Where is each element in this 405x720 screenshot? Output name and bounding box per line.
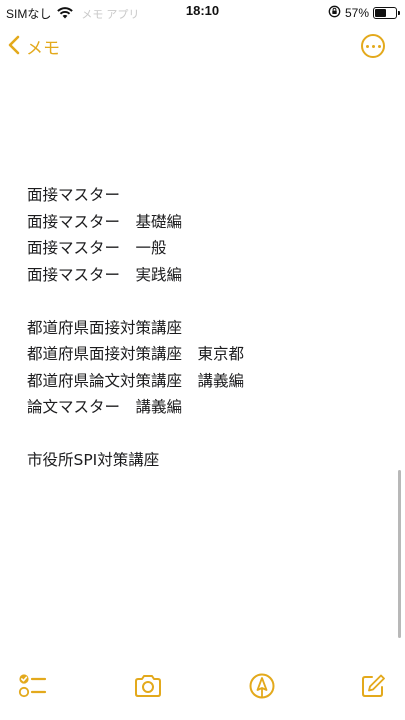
compose-button[interactable] xyxy=(357,672,389,704)
markup-button[interactable] xyxy=(246,672,278,704)
orientation-lock-icon xyxy=(328,3,341,22)
checklist-button[interactable] xyxy=(17,672,49,704)
markup-pen-icon xyxy=(248,672,276,704)
battery-icon xyxy=(373,6,400,19)
scroll-indicator[interactable] xyxy=(398,470,401,638)
battery-level-fill xyxy=(375,8,387,17)
note-line: 面接マスター 一般 xyxy=(27,239,167,257)
back-label: メモ xyxy=(26,39,60,59)
battery-percent: 57% xyxy=(344,5,369,20)
ellipsis-dot xyxy=(377,44,381,48)
status-right: 57% xyxy=(328,3,400,22)
camera-button[interactable] xyxy=(132,672,164,704)
note-line: 都道府県論文対策講座 講義編 xyxy=(27,371,245,390)
note-line: 面接マスター xyxy=(27,186,121,204)
note-line: 都道府県面接対策講座 東京都 xyxy=(27,345,245,363)
note-line: 都道府県面接対策講座 xyxy=(27,318,183,337)
nav-bar: メモ xyxy=(0,30,405,64)
ellipsis-dot xyxy=(371,44,375,48)
compose-icon xyxy=(359,672,387,704)
chevron-left-icon xyxy=(8,35,20,59)
note-line-blank xyxy=(27,421,387,448)
note-line: 面接マスター 基礎編 xyxy=(27,212,183,231)
note-line-blank xyxy=(27,288,387,315)
more-options-button[interactable] xyxy=(361,34,385,58)
back-button[interactable]: メモ xyxy=(8,34,60,59)
checklist-icon xyxy=(18,672,48,704)
bottom-toolbar xyxy=(0,660,405,720)
note-line: 論文マスター 講義編 xyxy=(27,398,183,416)
note-line: 面接マスター 実践編 xyxy=(27,265,183,284)
note-body[interactable]: 面接マスター 面接マスター 基礎編 面接マスター 一般 面接マスター 実践編 都… xyxy=(27,182,387,474)
status-bar: SIMなし メモ アプリ 18:10 57% xyxy=(0,0,405,24)
note-line: 市役所SPI対策講座 xyxy=(27,451,160,469)
ellipsis-dot xyxy=(365,44,369,48)
camera-icon xyxy=(133,673,163,703)
